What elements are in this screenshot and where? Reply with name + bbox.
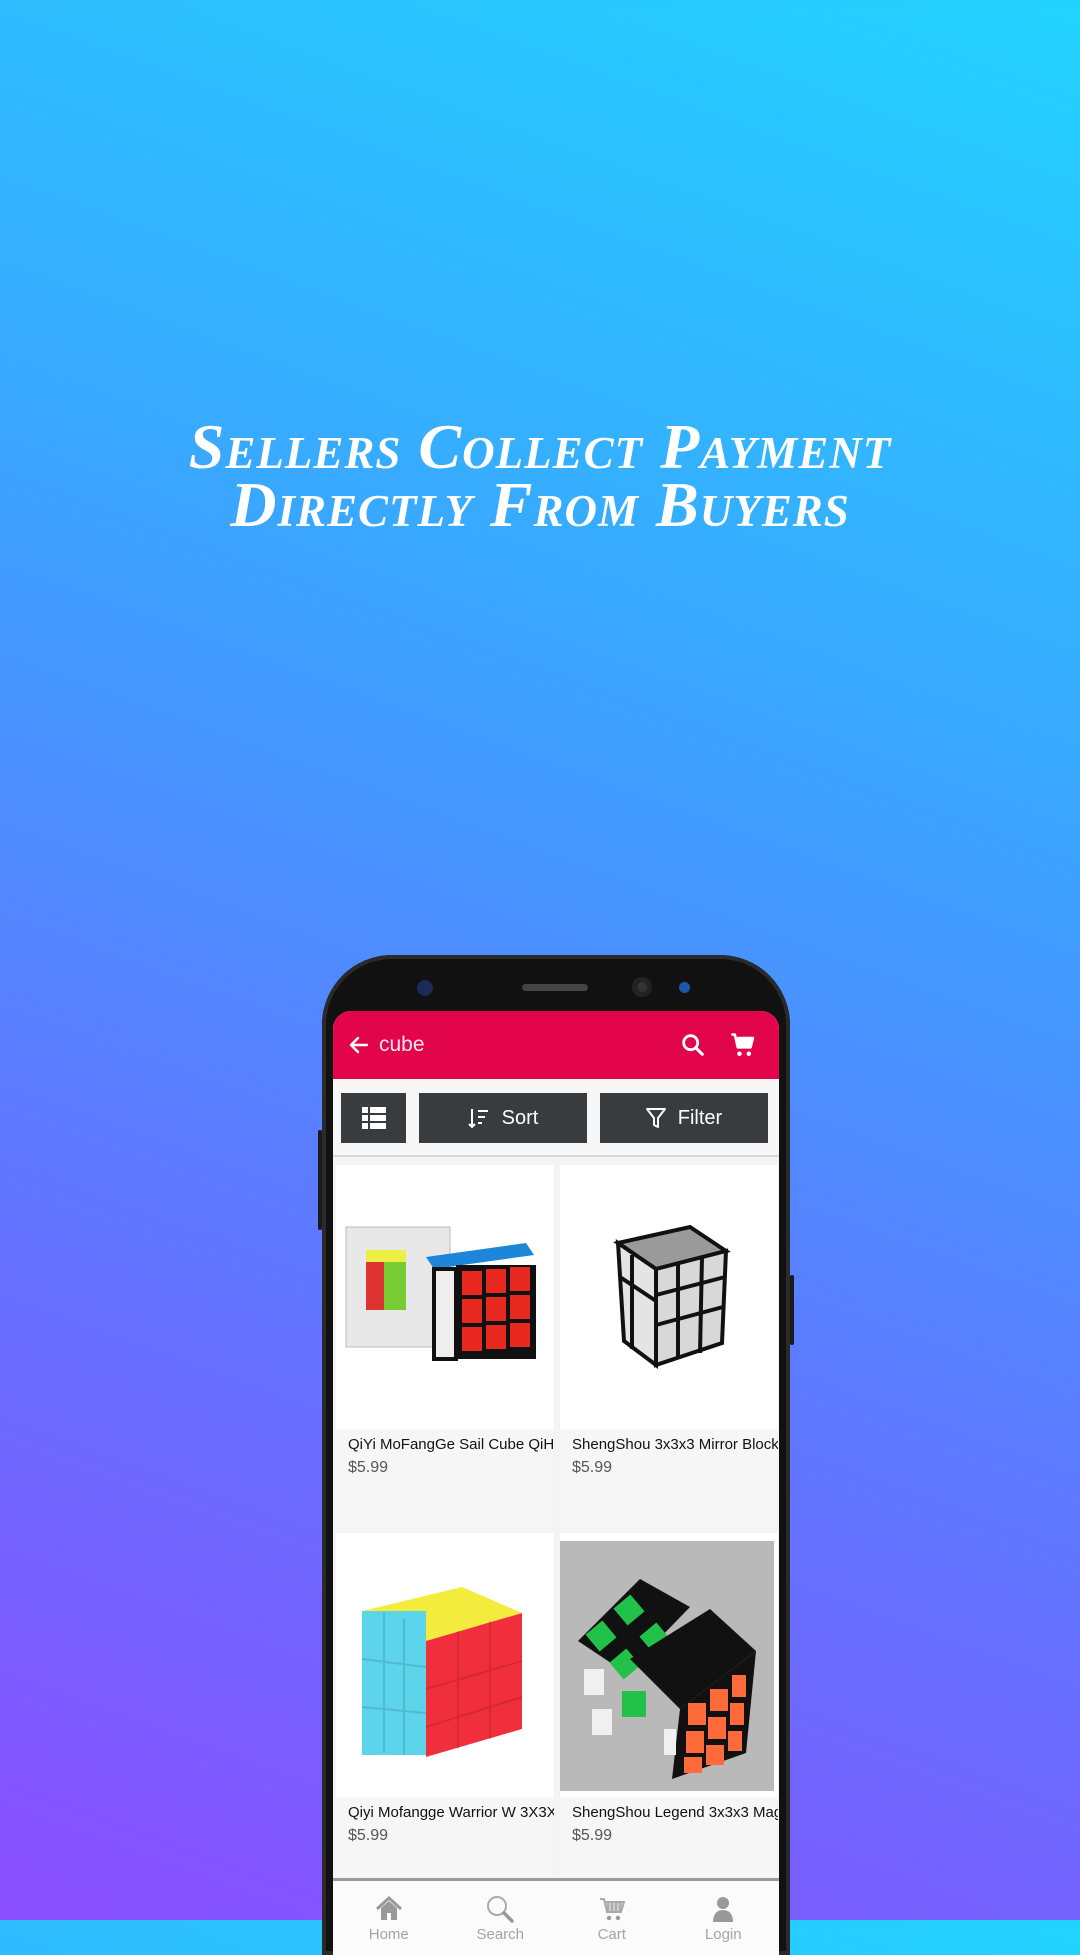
home-icon [375,1895,402,1920]
product-title: ShengShou 3x3x3 Mirror Block... [572,1436,778,1453]
app-bar: cube [333,1011,779,1079]
promo-headline: Sellers Collect Payment Directly From Bu… [0,411,1080,540]
nav-login[interactable]: Login [668,1881,780,1955]
arrow-left-icon[interactable] [347,1033,371,1057]
product-card[interactable]: ShengShou Legend 3x3x3 Magi... $5.99 [560,1533,778,1895]
product-price: $5.99 [572,1459,613,1476]
product-card[interactable]: QiYi MoFangGe Sail Cube QiHa... $5.99 [336,1165,554,1527]
cart-icon[interactable] [729,1031,757,1059]
product-card[interactable]: ShengShou 3x3x3 Mirror Block... $5.99 [560,1165,778,1527]
phone-side-button [790,1275,794,1345]
phone-side-button [318,1130,322,1230]
sort-button[interactable]: Sort [419,1093,587,1143]
product-price: $5.99 [572,1827,613,1844]
product-grid: QiYi MoFangGe Sail Cube QiHa... $5.99 Sh… [333,1165,779,1895]
nav-search[interactable]: Search [445,1881,557,1955]
filter-button[interactable]: Filter [600,1093,768,1143]
headline-line-1: Sellers Collect Payment [188,411,892,482]
filter-icon [645,1108,666,1128]
phone-bezel [322,955,790,1015]
product-title: Qiyi Mofangge Warrior W 3X3X... [348,1804,554,1821]
product-title: QiYi MoFangGe Sail Cube QiHa... [348,1436,554,1453]
product-image [560,1165,778,1430]
search-query[interactable]: cube [379,1033,425,1057]
nav-home-label: Home [368,1925,409,1943]
product-price: $5.99 [348,1459,389,1476]
speaker-grille [522,984,588,991]
sort-icon [467,1109,488,1129]
cart-icon [599,1897,626,1920]
product-price: $5.99 [348,1827,389,1844]
product-card[interactable]: Qiyi Mofangge Warrior W 3X3X... $5.99 [336,1533,554,1895]
product-image [336,1533,554,1798]
sensor-icon [417,980,433,996]
camera-icon [632,977,652,997]
sensor-icon [679,982,690,993]
search-icon[interactable] [679,1031,707,1059]
nav-search-label: Search [476,1925,525,1943]
search-icon [487,1895,514,1923]
list-view-button[interactable] [341,1093,406,1143]
sort-label: Sort [501,1106,539,1129]
nav-home[interactable]: Home [333,1881,445,1955]
product-image [560,1533,778,1798]
nav-login-label: Login [704,1925,742,1943]
app-screen: cube Sort Filter QiYi MoFangGe Sail Cube… [333,1011,779,1955]
list-view-icon [361,1107,386,1129]
bottom-navigation: Home Search Cart Login [333,1878,779,1955]
product-image [336,1165,554,1430]
headline-line-2: Directly From Buyers [230,469,850,540]
nav-cart[interactable]: Cart [556,1881,668,1955]
product-title: ShengShou Legend 3x3x3 Magi... [572,1804,778,1821]
phone-mockup: cube Sort Filter QiYi MoFangGe Sail Cube… [318,955,794,1955]
filter-toolbar: Sort Filter [333,1079,779,1157]
filter-label: Filter [677,1106,723,1129]
user-icon [713,1896,734,1922]
nav-cart-label: Cart [597,1925,626,1943]
